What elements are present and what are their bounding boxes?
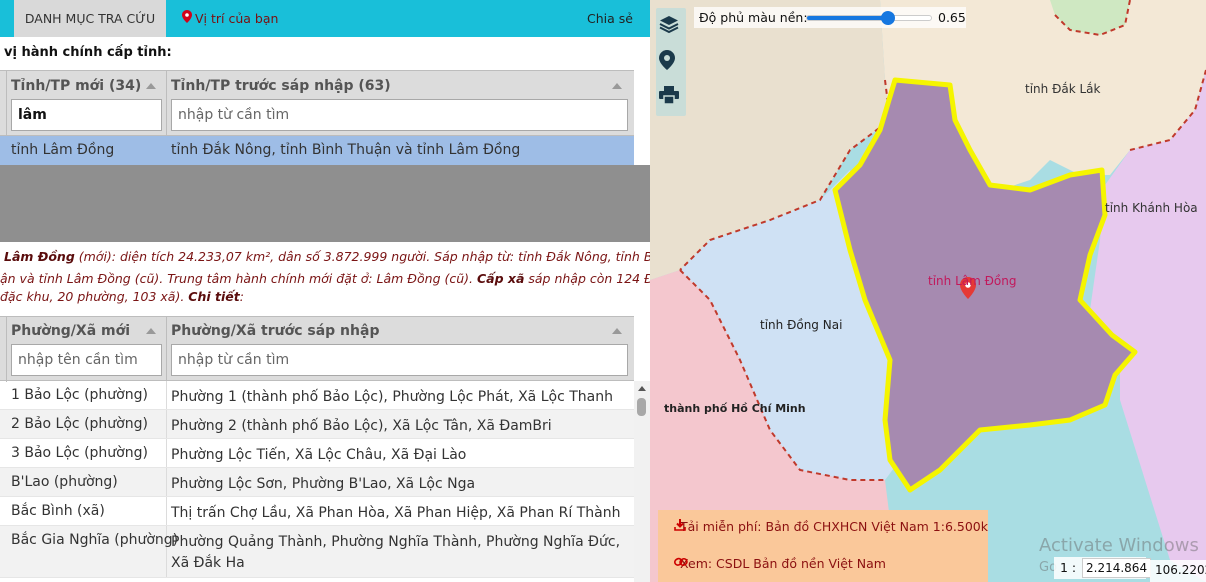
commune-new-cell: B'Lao (phường) [11,474,118,490]
table-row[interactable]: Bắc Gia Nghĩa (phường) Phường Quảng Thàn… [0,526,634,578]
commune-old-cell: Thị trấn Chợ Lầu, Xã Phan Hòa, Xã Phan H… [171,505,621,521]
commune-new-cell: 1 Bảo Lộc (phường) [11,387,148,403]
info-cap-xa: Cấp xã [476,271,525,286]
scale-value[interactable]: 2.214.864 [1082,558,1152,578]
opacity-value: 0.65 [938,10,966,25]
info-line-2: ận và tỉnh Lâm Đồng (cũ). Trung tâm hành… [0,271,477,286]
sort-arrow-icon[interactable] [146,83,156,89]
opacity-slider-thumb[interactable] [880,11,895,25]
scroll-thumb[interactable] [637,398,646,416]
map-label-daklak: tỉnh Đắk Lắk [1025,82,1101,96]
table-row[interactable]: tỉnh Lâm Đồng tỉnh Đắk Nông, tỉnh Bình T… [0,136,634,165]
commune-table-header: Phường/Xã mới Phường/Xã trước sáp nhập [0,316,634,382]
province-old-filter-input[interactable] [171,99,628,131]
opacity-label: Độ phủ màu nền: [699,10,808,25]
chi-tiet-link[interactable]: Chi tiết [188,289,239,304]
scale-prefix: 1 : [1060,560,1077,575]
table-row[interactable]: B'Lao (phường) Phường Lộc Sơn, Phường B'… [0,468,634,497]
province-col1-header[interactable]: Tỉnh/TP mới (34) [11,78,141,94]
province-table-empty-area [0,165,650,242]
commune-table-body: 1 Bảo Lộc (phường) Phường 1 (thành phố B… [0,381,634,582]
table-row[interactable]: 1 Bảo Lộc (phường) Phường 1 (thành phố B… [0,381,634,410]
print-icon[interactable] [659,86,683,110]
tab-vi-tri-cua-ban[interactable]: Vị trí của bạn [182,0,278,37]
province-old-cell: tỉnh Đắk Nông, tỉnh Bình Thuận và tỉnh L… [171,142,521,158]
province-new-filter-input[interactable] [11,99,162,131]
commune-col2-header[interactable]: Phường/Xã trước sáp nhập [171,323,379,339]
commune-old-cell: Phường 2 (thành phố Bảo Lộc), Xã Lộc Tân… [171,418,552,434]
table-row[interactable]: Bắc Bình (xã) Thị trấn Chợ Lầu, Xã Phan … [0,497,634,526]
scroll-up-icon[interactable] [638,386,646,391]
left-panel: DANH MỤC TRA CỨU Vị trí của bạn Chia sẻ … [0,0,650,582]
table-row[interactable]: 3 Bảo Lộc (phường) Phường Lộc Tiến, Xã L… [0,439,634,468]
scrollbar[interactable] [634,381,650,582]
commune-old-filter-input[interactable] [171,344,628,376]
info-colon: : [239,289,244,304]
location-pin-icon [182,10,192,27]
opacity-slider-fill [807,16,888,20]
map-view[interactable]: tỉnh Đắk Lắk tỉnh Khánh Hòa tỉnh Lâm Đồn… [650,0,1206,582]
commune-new-cell: Bắc Gia Nghĩa (phường) [11,532,179,548]
opacity-slider[interactable] [806,11,932,25]
view-database-text: Xem: CSDL Bản đồ nền Việt Nam [680,556,886,571]
commune-new-cell: 3 Bảo Lộc (phường) [11,445,148,461]
map-toolbar [656,8,686,116]
download-panel: Tải miễn phí: Bản đồ CHXHCN Việt Nam 1:6… [658,510,988,582]
map-label-lamdong: tỉnh Lâm Đồng [928,274,1017,288]
column-divider [166,71,167,137]
province-col2-header[interactable]: Tỉnh/TP trước sáp nhập (63) [171,78,391,94]
activate-windows-watermark: Activate Windows [1039,535,1199,556]
map-label-dongnai: tỉnh Đồng Nai [760,318,843,332]
coordinate-readout: 106.22020 [1150,560,1206,582]
column-divider [6,317,7,382]
info-line-2b: sáp nhập còn 124 ĐVHC [528,271,650,286]
commune-old-cell: Phường Lộc Tiến, Xã Lộc Châu, Xã Đại Lào [171,447,467,463]
commune-old-cell: Phường Quảng Thành, Phường Nghĩa Thành, … [171,534,621,571]
section-title: vị hành chính cấp tỉnh: [4,45,172,60]
sort-arrow-icon[interactable] [146,328,156,334]
tab-danh-muc-tra-cuu[interactable]: DANH MỤC TRA CỨU [14,0,166,37]
commune-old-cell: Phường Lộc Sơn, Phường B'Lao, Xã Lộc Nga [171,476,476,492]
table-row[interactable]: 2 Bảo Lộc (phường) Phường 2 (thành phố B… [0,410,634,439]
info-line-1: (mới): diện tích 24.233,07 km², dân số 3… [74,249,650,264]
map-scale: 1 : 2.214.864 [1054,557,1152,579]
location-pin-icon[interactable] [659,50,683,74]
commune-new-cell: Bắc Bình (xã) [11,503,105,519]
column-divider [6,71,7,137]
sort-arrow-icon[interactable] [612,83,622,89]
map-canvas[interactable] [650,0,1206,582]
tab-vi-tri-label: Vị trí của bạn [195,11,279,26]
view-database-link[interactable]: Xem: CSDL Bản đồ nền Việt Nam [674,556,886,571]
opacity-control: Độ phủ màu nền: 0.65 [694,7,966,28]
commune-old-cell: Phường 1 (thành phố Bảo Lộc), Phường Lộc… [171,389,613,405]
download-text: Tải miễn phí: Bản đồ CHXHCN Việt Nam 1:6… [680,519,988,534]
top-bar: DANH MỤC TRA CỨU Vị trí của bạn Chia sẻ [0,0,650,37]
province-table-header: Tỉnh/TP mới (34) Tỉnh/TP trước sáp nhập … [0,70,634,137]
map-label-hcm: thành phố Hồ Chí Minh [664,402,806,415]
commune-new-cell: 2 Bảo Lộc (phường) [11,416,148,432]
share-link[interactable]: Chia sẻ [587,0,633,37]
info-province-name: Lâm Đồng [4,249,75,264]
download-map-link[interactable]: Tải miễn phí: Bản đồ CHXHCN Việt Nam 1:6… [674,519,988,534]
commune-col1-header[interactable]: Phường/Xã mới [11,323,130,339]
info-line-3: đặc khu, 20 phường, 103 xã). [0,289,189,304]
commune-new-filter-input[interactable] [11,344,162,376]
map-label-khanhhoa: tỉnh Khánh Hòa [1105,201,1198,215]
layers-icon[interactable] [659,14,683,38]
sort-arrow-icon[interactable] [612,328,622,334]
column-divider [166,317,167,382]
province-new-cell: tỉnh Lâm Đồng [11,142,115,158]
